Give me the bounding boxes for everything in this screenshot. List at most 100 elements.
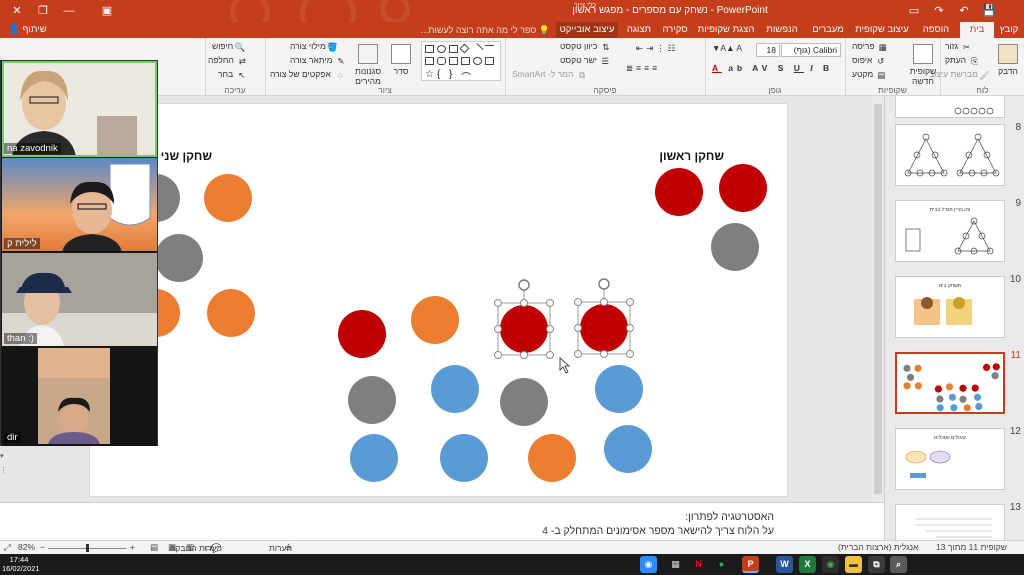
alignment-buttons[interactable]: ≡≡≡≣ [626, 63, 660, 74]
shape-fill-button[interactable]: 🪣מילוי צורה [290, 41, 338, 52]
layout-button[interactable]: ▦פריסה [852, 41, 887, 52]
powerpoint-icon[interactable]: P [742, 556, 759, 573]
notes-pane[interactable]: האסטרטגיה לפתרון: על הלוח צריך להישאר מס… [0, 502, 884, 540]
tell-me-search[interactable]: 💡 ספר לי מה אתה רוצה לעשות... [420, 22, 550, 38]
copy-button[interactable]: ⎘ העתק [945, 55, 978, 66]
zoom-slider-thumb[interactable] [86, 544, 89, 552]
netflix-icon[interactable]: N [690, 556, 707, 573]
chrome-icon[interactable]: ◉ [822, 556, 839, 573]
arrange-button[interactable]: סדר [386, 42, 416, 76]
font-name-select[interactable]: Calibri (גוף) [781, 43, 841, 57]
reading-view-icon[interactable]: ▥ [186, 542, 194, 553]
tab-design[interactable]: עיצוב שקופית [852, 22, 912, 38]
slide-thumbnail-10[interactable]: משחק בים [895, 276, 1005, 338]
token-blue[interactable] [604, 425, 652, 473]
token-blue[interactable] [431, 365, 479, 413]
slide-thumbnail-8[interactable] [895, 124, 1005, 186]
token-gray[interactable] [500, 378, 548, 426]
participant-tile-3[interactable]: than :) [2, 253, 157, 347]
file-explorer-icon[interactable]: ▬ [845, 556, 862, 573]
align-text-button[interactable]: ☰ישר טקסט [560, 55, 609, 66]
select-button[interactable]: ↖ בחר [218, 69, 245, 80]
video-call-panel[interactable]: na zavodnik לילית ק than :) dir [0, 60, 158, 446]
paste-button[interactable]: הדבק [995, 42, 1021, 76]
token-red-selected[interactable] [500, 305, 548, 353]
tab-view[interactable]: תצוגה [622, 22, 656, 38]
token-blue[interactable] [350, 434, 398, 482]
media-icon[interactable]: ▦ [667, 556, 684, 573]
slide-thumbnail-7[interactable] [895, 96, 1005, 118]
token-red-selected[interactable] [580, 304, 628, 352]
shapes-gallery[interactable]: ☆ { } ⌒ [421, 41, 501, 84]
token-red[interactable] [719, 164, 767, 212]
token-gray[interactable] [348, 376, 396, 424]
find-button[interactable]: 🔍חיפוש [212, 41, 245, 52]
slide-thumbnail-11-active[interactable] [895, 352, 1005, 414]
shape-outline-button[interactable]: ✎ מיתאר צורה [290, 55, 345, 66]
taskbar-clock[interactable]: 17:44 16/02/2021 [2, 555, 40, 573]
slide-thumbnail-9[interactable]: זהו בניין מגדל בבית [895, 200, 1005, 262]
slide-thumbnail-12[interactable]: עיגולים ואוכלים [895, 428, 1005, 490]
section-button[interactable]: ▤מקטע [852, 69, 885, 80]
tab-animations[interactable]: הנפשות [760, 22, 804, 38]
panel-collapse-icon[interactable]: ▾ [0, 452, 4, 460]
text-direction-button[interactable]: ⇅ כיוון טקסט [560, 41, 609, 52]
slide-canvas[interactable]: שחקן ראשון שחקן שני [90, 104, 787, 496]
quick-styles-button[interactable]: סגנונות מהירים [352, 42, 384, 86]
tab-transitions[interactable]: מעברים [806, 22, 850, 38]
undo-icon[interactable]: ↶ [955, 2, 973, 20]
slide-thumbnail-13[interactable] [895, 504, 1005, 540]
shape-effects-button[interactable]: ◌ אפקטים של צורה [270, 69, 343, 80]
slideshow-icon[interactable]: ▭ [204, 542, 212, 553]
token-red[interactable] [655, 168, 703, 216]
font-format-buttons[interactable]: A ab AV S U I B [712, 63, 833, 73]
zoom-out-icon[interactable]: − [40, 542, 45, 552]
minimize-window-button[interactable]: — [58, 2, 80, 20]
word-icon[interactable]: W [776, 556, 793, 573]
replace-button[interactable]: ⇄ החלפה [208, 55, 246, 66]
token-orange[interactable] [204, 174, 252, 222]
slide-drawing[interactable]: שחקן ראשון שחקן שני [90, 104, 787, 496]
share-button[interactable]: 👤 שיתוף [8, 23, 47, 37]
token-orange[interactable] [207, 289, 255, 337]
token-orange[interactable] [528, 434, 576, 482]
participant-tile-4[interactable]: dir [2, 348, 157, 446]
save-icon[interactable]: 💾 [980, 2, 998, 20]
fit-to-window-icon[interactable]: ⤢ [4, 542, 11, 553]
list-buttons[interactable]: ☷⋮⇥⇤ [636, 43, 678, 54]
tab-home[interactable]: בית [960, 22, 994, 38]
tab-slideshow[interactable]: הצגת שקופיות [694, 22, 758, 38]
zoom-level[interactable]: 82% [18, 542, 35, 552]
font-size-select[interactable]: 18 [756, 43, 780, 57]
tab-review[interactable]: סקירה [658, 22, 692, 38]
token-blue[interactable] [440, 434, 488, 482]
slide-scrollbar[interactable] [870, 96, 884, 502]
token-gray[interactable] [155, 234, 203, 282]
rotate-handle-icon[interactable] [598, 278, 610, 290]
language-indicator[interactable]: אנגלית (ארצות הברית) [838, 542, 918, 552]
participant-tile-1[interactable]: na zavodnik [2, 61, 157, 157]
reset-button[interactable]: ↺ איפוס [852, 55, 884, 66]
panel-resize-icon[interactable]: ⋮ [0, 466, 7, 474]
token-orange[interactable] [411, 296, 459, 344]
rotate-handle-icon[interactable] [518, 279, 530, 291]
tab-file[interactable]: קובץ [996, 22, 1022, 38]
cut-button[interactable]: ✂גזור [945, 41, 970, 52]
zoom-in-icon[interactable]: + [130, 542, 135, 552]
tab-insert[interactable]: הוספה [916, 22, 956, 38]
redo-icon[interactable]: ↷ [930, 2, 948, 20]
tab-format[interactable]: עיצוב אובייקט [556, 22, 618, 38]
excel-icon[interactable]: X [799, 556, 816, 573]
ribbon-display-options-icon[interactable]: ▣ [96, 2, 118, 20]
task-view-icon[interactable]: ⧉ [868, 556, 885, 573]
restore-window-button[interactable]: ❐ [32, 2, 54, 20]
token-gray[interactable] [711, 223, 759, 271]
search-icon[interactable]: ⌕ [890, 556, 907, 573]
normal-view-icon[interactable]: ▤ [150, 542, 158, 553]
token-blue[interactable] [595, 365, 643, 413]
close-window-button[interactable]: ✕ [6, 2, 28, 20]
spotify-icon[interactable]: ● [713, 556, 730, 573]
slide-sorter-icon[interactable]: ▦ [168, 542, 176, 553]
font-size-buttons[interactable]: A▲ A▼ [712, 43, 742, 53]
token-red[interactable] [338, 310, 386, 358]
